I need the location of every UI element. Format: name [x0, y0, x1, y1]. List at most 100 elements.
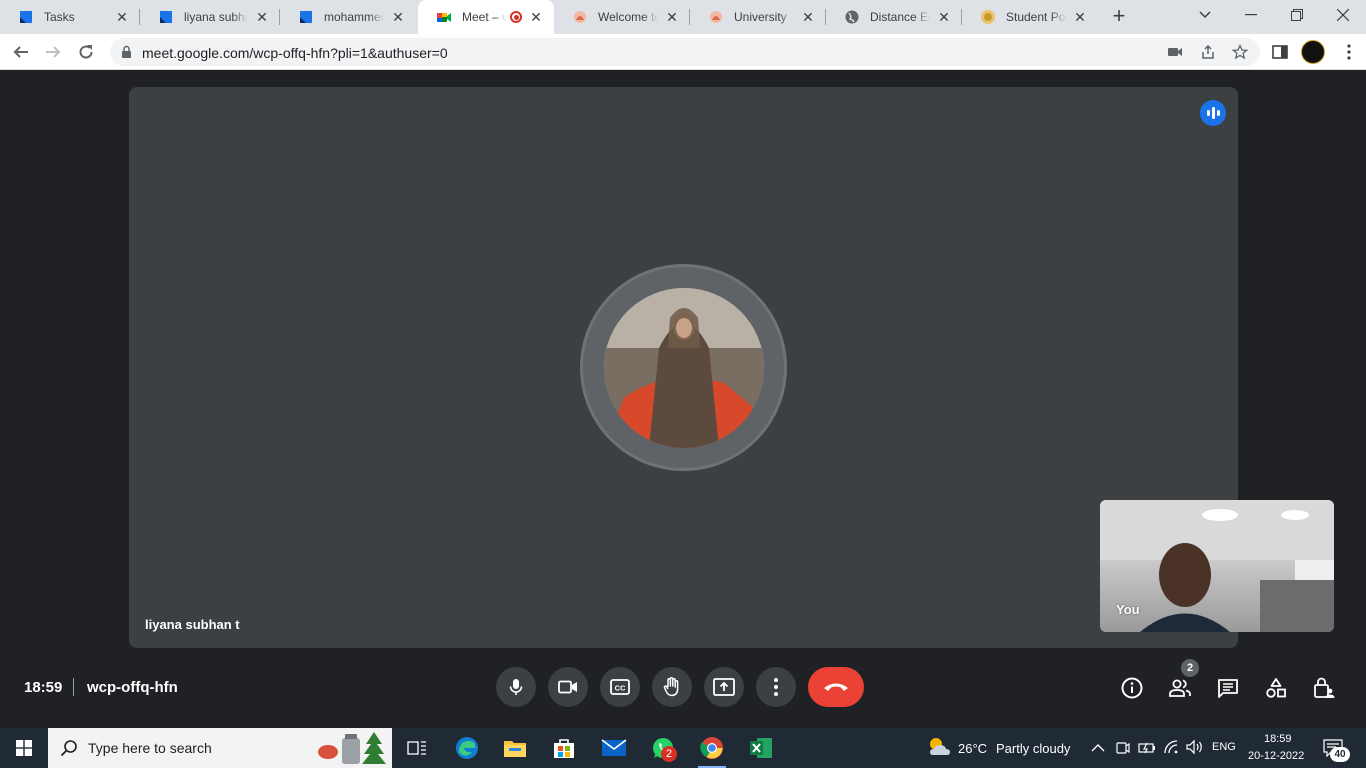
tasks-icon [160, 11, 172, 23]
mic-icon [509, 679, 523, 695]
edge-button[interactable] [453, 734, 481, 762]
taskbar-search[interactable]: Type here to search [48, 728, 392, 768]
captions-button[interactable]: CC [600, 667, 640, 707]
close-icon[interactable]: ✕ [800, 9, 816, 25]
close-icon[interactable]: ✕ [254, 9, 270, 25]
mic-button[interactable] [496, 667, 536, 707]
task-view-icon [407, 741, 426, 755]
tab-university[interactable]: University ✕ [690, 0, 826, 34]
minimize-icon [1245, 14, 1257, 16]
meet-icon [437, 13, 451, 22]
tab-mohammed[interactable]: mohammed S ✕ [280, 0, 416, 34]
university-icon [710, 11, 722, 23]
lock-icon [122, 45, 131, 58]
meeting-details-button[interactable] [1119, 675, 1145, 701]
more-vertical-icon [774, 678, 778, 696]
volume-icon[interactable] [1186, 739, 1204, 755]
file-explorer-button[interactable] [501, 734, 529, 762]
weather-temperature[interactable]: 26°C [958, 741, 987, 756]
microsoft-store-button[interactable] [550, 734, 578, 762]
raise-hand-button[interactable] [652, 667, 692, 707]
close-icon[interactable]: ✕ [528, 9, 544, 25]
tab-liyana[interactable]: liyana subhan ✕ [140, 0, 280, 34]
host-controls-button[interactable] [1311, 675, 1337, 701]
whatsapp-badge: 2 [661, 746, 677, 762]
close-icon[interactable]: ✕ [390, 9, 406, 25]
tab-student-portal[interactable]: Student Porta ✕ [962, 0, 1098, 34]
meeting-code: wcp-offq-hfn [87, 679, 178, 696]
taskbar: Type here to search 2 26°C Partly cloudy [0, 728, 1366, 768]
close-icon[interactable]: ✕ [664, 9, 680, 25]
camera-button[interactable] [548, 667, 588, 707]
tab-welcome[interactable]: Welcome to U ✕ [554, 0, 690, 34]
more-options-button[interactable] [756, 667, 796, 707]
svg-text:CC: CC [615, 684, 626, 693]
taskbar-date[interactable]: 20-12-2022 [1248, 750, 1304, 762]
mail-icon [601, 739, 627, 756]
forward-button[interactable] [41, 40, 65, 64]
chat-button[interactable] [1215, 675, 1241, 701]
tab-title: Distance Educ [870, 10, 930, 24]
tab-meet[interactable]: Meet – w ✕ [418, 0, 554, 34]
profile-avatar[interactable] [1301, 40, 1325, 64]
tasks-icon [300, 11, 312, 23]
chrome-icon [700, 737, 723, 759]
tasks-icon [20, 11, 32, 23]
more-vertical-icon[interactable] [1340, 43, 1358, 61]
restore-button[interactable] [1274, 0, 1320, 30]
tab-distance[interactable]: Distance Educ ✕ [826, 0, 962, 34]
info-icon [1121, 677, 1143, 699]
close-icon[interactable]: ✕ [936, 9, 952, 25]
reload-icon [79, 45, 93, 59]
participants-count-badge: 2 [1181, 659, 1199, 677]
people-icon [1169, 679, 1191, 697]
tab-title: University [734, 10, 787, 24]
camera-icon [558, 680, 577, 694]
windows-logo-icon [16, 740, 32, 756]
share-icon[interactable] [1200, 44, 1216, 60]
camera-in-use-icon[interactable] [1167, 44, 1183, 60]
taskbar-time[interactable]: 18:59 [1264, 733, 1292, 745]
tab-title: Student Porta [1006, 10, 1066, 24]
browser-toolbar: meet.google.com/wcp-offq-hfn?pli=1&authu… [0, 34, 1366, 70]
store-icon [554, 739, 574, 758]
url-text: meet.google.com/wcp-offq-hfn?pli=1&authu… [142, 45, 448, 61]
tab-title: liyana subhan [184, 10, 248, 24]
participant-name: liyana subhan t [145, 617, 240, 632]
folder-icon [504, 741, 526, 757]
task-view-button[interactable] [403, 734, 431, 762]
leave-call-button[interactable] [808, 667, 864, 707]
close-window-button[interactable] [1320, 0, 1366, 30]
meet-tray-icon[interactable] [1115, 740, 1131, 756]
present-button[interactable] [704, 667, 744, 707]
activities-button[interactable] [1263, 675, 1289, 701]
minimize-button[interactable] [1228, 0, 1274, 30]
mail-button[interactable] [600, 734, 628, 762]
people-button[interactable] [1167, 675, 1193, 701]
start-button[interactable] [10, 734, 38, 762]
participant-tile[interactable]: liyana subhan t [129, 87, 1238, 648]
tab-search-button[interactable] [1182, 0, 1228, 30]
whatsapp-button[interactable]: 2 [649, 734, 677, 762]
search-icon [60, 740, 77, 757]
weather-description[interactable]: Partly cloudy [996, 741, 1070, 756]
hand-icon [663, 677, 679, 697]
language-indicator[interactable]: ENG [1212, 741, 1236, 753]
battery-icon[interactable] [1138, 740, 1156, 756]
new-tab-button[interactable]: + [1107, 5, 1131, 29]
tab-tasks[interactable]: Tasks ✕ [0, 0, 140, 34]
divider [73, 678, 74, 696]
excel-button[interactable] [747, 734, 775, 762]
side-panel-icon[interactable] [1271, 43, 1289, 61]
reload-button[interactable] [74, 40, 98, 64]
address-bar[interactable]: meet.google.com/wcp-offq-hfn?pli=1&authu… [110, 38, 1260, 66]
self-view[interactable]: You [1100, 500, 1334, 632]
bookmark-star-icon[interactable] [1232, 44, 1248, 60]
close-icon[interactable]: ✕ [1072, 9, 1088, 25]
back-button[interactable] [9, 40, 33, 64]
close-icon[interactable]: ✕ [114, 9, 130, 25]
chrome-button[interactable] [698, 734, 726, 768]
avatar-ring [580, 264, 787, 471]
wifi-icon[interactable] [1163, 739, 1179, 755]
chevron-up-icon[interactable] [1091, 743, 1105, 752]
